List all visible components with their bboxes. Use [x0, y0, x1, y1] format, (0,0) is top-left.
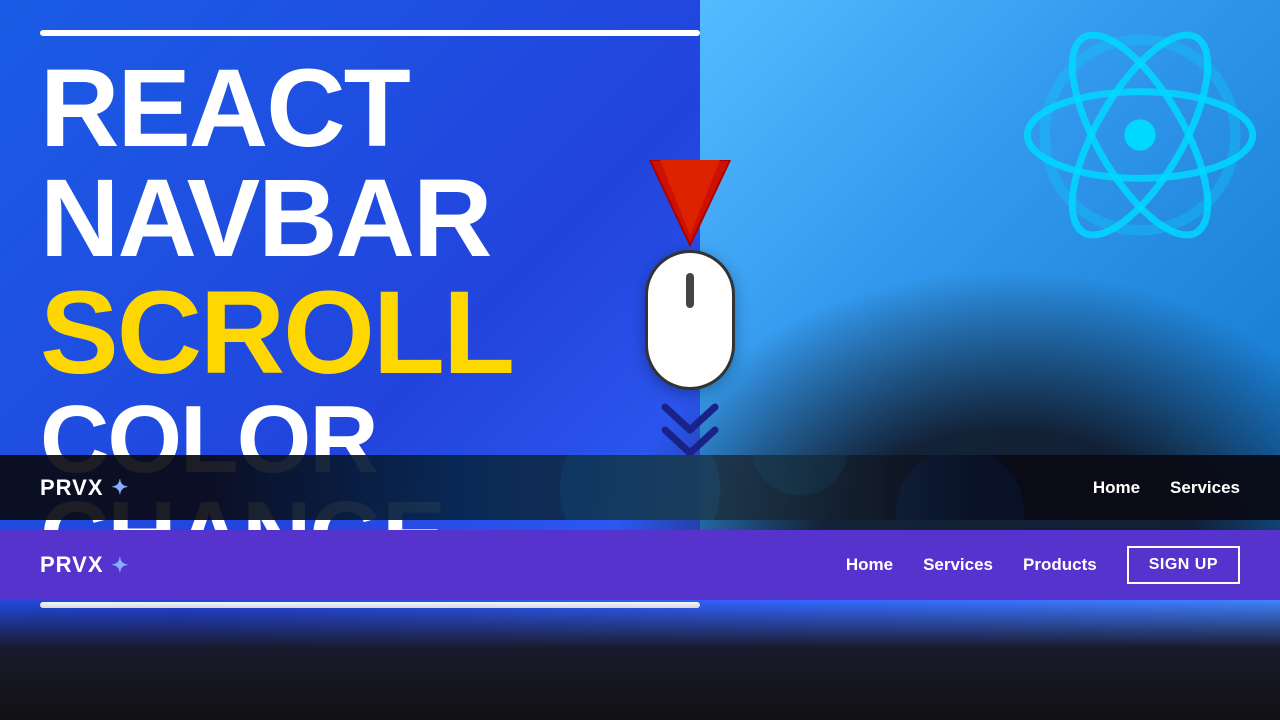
arrow-down-icon — [640, 160, 740, 250]
navbar1-brand: PRVX ✦ — [40, 475, 129, 501]
navbar2-brand-icon: ✦ — [112, 553, 130, 578]
top-divider-line — [40, 30, 700, 36]
text-section: REACT NAVBAR SCROLL COLOR CHANGE — [40, 30, 700, 608]
navbar1-link-services[interactable]: Services — [1170, 478, 1240, 498]
navbar-purple: PRVX ✦ Home Services Products SIGN UP — [0, 530, 1280, 600]
navbar1-nav-links: Home Services — [1093, 478, 1240, 498]
title-line2: SCROLL — [40, 274, 700, 392]
navbar2-signup-button[interactable]: SIGN UP — [1127, 546, 1240, 584]
navbar2-link-services[interactable]: Services — [923, 555, 993, 575]
navbar-tech-bg — [200, 455, 980, 520]
scroll-graphic — [640, 160, 740, 457]
navbar1-brand-icon: ✦ — [112, 475, 130, 500]
navbar1-brand-text: PRVX — [40, 475, 104, 501]
navbar2-link-products[interactable]: Products — [1023, 555, 1097, 575]
navbar-dark: PRVX ✦ Home Services — [0, 455, 1280, 520]
navbar2-brand: PRVX ✦ — [40, 552, 129, 578]
title-line1: REACT NAVBAR — [40, 54, 700, 274]
navbar2-nav-links: Home Services Products SIGN UP — [846, 546, 1240, 584]
navbar2-link-home[interactable]: Home — [846, 555, 893, 575]
mouse-scroll-wheel — [686, 273, 694, 308]
mouse-graphic — [645, 250, 735, 390]
navbar2-brand-text: PRVX — [40, 552, 104, 578]
navbar1-link-home[interactable]: Home — [1093, 478, 1140, 498]
chevrons-icon — [655, 402, 725, 457]
bottom-dark-overlay — [0, 600, 1280, 720]
